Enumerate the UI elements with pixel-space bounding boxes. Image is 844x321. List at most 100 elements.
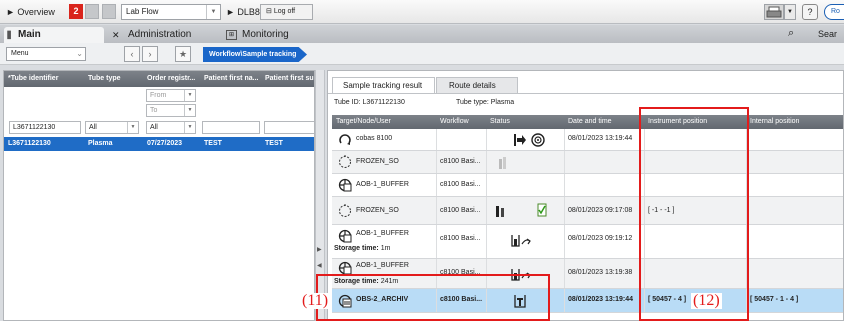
double-chevron-down-icon: ⌄ — [76, 49, 83, 58]
col-order-registration[interactable]: Order registr... — [147, 75, 195, 82]
buffer-node-icon — [338, 261, 352, 275]
tube-id-filter-input[interactable]: L3671122130 — [9, 121, 81, 134]
tab-main[interactable]: ⫼ Main — [4, 27, 104, 43]
col-internal-position[interactable]: Internal position — [750, 118, 799, 125]
date-time: 08/01/2023 13:19:44 — [568, 135, 633, 142]
tube-icon — [496, 206, 504, 217]
table-row[interactable]: AOB-1_BUFFER c8100 Basi... — [332, 174, 843, 197]
col-patient-first-surname[interactable]: Patient first su — [265, 75, 314, 82]
search-label[interactable]: Sear — [818, 29, 837, 39]
menu-select[interactable]: Menu ⌄ — [6, 47, 86, 61]
logoff-button[interactable]: ⊟ Log off — [260, 4, 313, 20]
col-divider — [486, 174, 487, 196]
overview-link[interactable]: ► Overview — [6, 4, 55, 20]
table-row[interactable]: FROZEN_SO c8100 Basi... 08/01/2023 09:17… — [332, 197, 843, 225]
chevron-down-icon: ▼ — [127, 122, 138, 133]
breadcrumb[interactable]: Workflow\Sample tracking — [203, 47, 307, 62]
search-icon[interactable]: ⌕ — [788, 27, 794, 40]
tube-id-label: Tube ID: L3671122130 — [334, 99, 405, 106]
printer-icon — [766, 6, 782, 18]
col-divider — [436, 174, 437, 196]
favorite-button[interactable]: ★ — [175, 46, 191, 62]
tab-administration[interactable]: ✕ Administration — [106, 27, 214, 43]
toolbar: Menu ⌄ ‹ › ★ Workflow\Sample tracking — [0, 43, 844, 65]
tab-sample-tracking-result[interactable]: Sample tracking result — [332, 77, 435, 93]
node-circle-icon — [339, 155, 351, 168]
table-row[interactable]: FROZEN_SO c8100 Basi... — [332, 151, 843, 174]
col-status[interactable]: Status — [490, 118, 510, 125]
to-placeholder: To — [150, 107, 158, 114]
chevron-left-icon: ‹ — [130, 49, 134, 59]
col-workflow[interactable]: Workflow — [440, 118, 469, 125]
help-button[interactable]: ? — [802, 4, 818, 20]
workflow-name: c8100 Basi... — [440, 158, 481, 165]
print-dropdown[interactable]: ▼ — [784, 4, 796, 20]
node-name: FROZEN_SO — [356, 158, 399, 165]
col-tube-identifier[interactable]: *Tube identifier — [8, 75, 58, 82]
table-row[interactable]: AOB-1_BUFFER Storage time: 1m c8100 Basi… — [332, 225, 843, 259]
chevron-right-icon: › — [148, 49, 152, 59]
tracking-table-header: Target/Node/User Workflow Status Date an… — [332, 115, 843, 129]
tube-search-panel: *Tube identifier Tube type Order registr… — [3, 70, 315, 321]
col-divider — [564, 259, 565, 288]
date-time: 08/01/2023 13:19:44 — [568, 296, 633, 303]
tab-route-details[interactable]: Route details — [436, 77, 518, 93]
storage-time: Storage time: 1m — [334, 245, 390, 252]
node-name: AOB-1_BUFFER — [356, 262, 409, 269]
date-time: 08/01/2023 09:17:08 — [568, 207, 633, 214]
storage-time-value: 1m — [380, 245, 391, 252]
user-pill-button[interactable]: Ro — [824, 4, 844, 20]
tab-administration-label: Administration — [128, 29, 192, 40]
tube-transfer-icon — [511, 235, 531, 247]
chevron-down-icon: ▼ — [184, 122, 195, 133]
table-row[interactable]: cobas 8100 08/01/2023 13:19:44 — [332, 129, 843, 151]
top-bar: ► Overview 2 Lab Flow ▼ ► DLB87 ⊟ Log of… — [0, 0, 844, 24]
forward-button[interactable]: › — [142, 46, 158, 62]
notification-badge[interactable]: 2 — [69, 4, 83, 19]
lab-flow-select[interactable]: Lab Flow ▼ — [121, 4, 221, 20]
tab-monitoring[interactable]: ⊞ Monitoring — [220, 27, 320, 43]
print-button[interactable] — [764, 4, 784, 20]
checked-document-icon — [537, 203, 547, 217]
col-target-node-user[interactable]: Target/Node/User — [336, 118, 391, 125]
col-divider — [486, 151, 487, 173]
col-divider — [436, 129, 437, 150]
main-tab-bar: ⫼ Main ✕ Administration ⊞ Monitoring — [0, 25, 844, 43]
col-date-time[interactable]: Date and time — [568, 118, 612, 125]
table-row[interactable]: L3671122130 Plasma 07/27/2023 TEST TEST — [4, 137, 314, 151]
col-divider — [486, 197, 487, 224]
chevron-down-icon: ▼ — [206, 5, 220, 19]
tube-table-header: *Tube identifier Tube type Order registr… — [4, 71, 314, 87]
patient-name-filter-input[interactable] — [202, 121, 260, 134]
tube-type-filter-select[interactable]: All ▼ — [85, 121, 139, 134]
buffer-node-icon — [338, 229, 352, 243]
status-square-2[interactable] — [102, 4, 116, 19]
workflow-name: c8100 Basi... — [440, 181, 481, 188]
order-filter-select[interactable]: All ▼ — [146, 121, 196, 134]
col-divider — [436, 151, 437, 173]
collapse-left-icon[interactable]: ◀ — [317, 262, 322, 269]
arrival-target-icon — [514, 133, 545, 147]
col-divider — [564, 289, 565, 312]
col-tube-type[interactable]: Tube type — [88, 75, 121, 82]
node-circle-icon — [339, 204, 351, 217]
order-from-field[interactable]: From ▼ — [146, 89, 196, 102]
help-icon: ? — [807, 7, 813, 17]
col-patient-first-name[interactable]: Patient first na... — [204, 75, 258, 82]
tab-main-label: Main — [18, 29, 41, 40]
order-to-field[interactable]: To ▼ — [146, 104, 196, 117]
cell-tube-type: Plasma — [88, 140, 113, 147]
workflow-name: c8100 Basi... — [440, 235, 481, 242]
collapse-right-icon[interactable]: ▶ — [317, 246, 322, 253]
back-button[interactable]: ‹ — [124, 46, 140, 62]
patient-surname-filter-input[interactable] — [264, 121, 314, 134]
annotation-box-12 — [639, 107, 749, 321]
tube-faded-icon — [499, 157, 506, 169]
chevron-down-icon: ▼ — [184, 105, 195, 116]
col-divider — [564, 197, 565, 224]
lab-flow-value: Lab Flow — [126, 7, 159, 16]
tab-monitoring-label: Monitoring — [242, 29, 289, 40]
node-name: FROZEN_SO — [356, 207, 399, 214]
status-square-1[interactable] — [85, 4, 99, 19]
tab-divider — [328, 93, 843, 94]
